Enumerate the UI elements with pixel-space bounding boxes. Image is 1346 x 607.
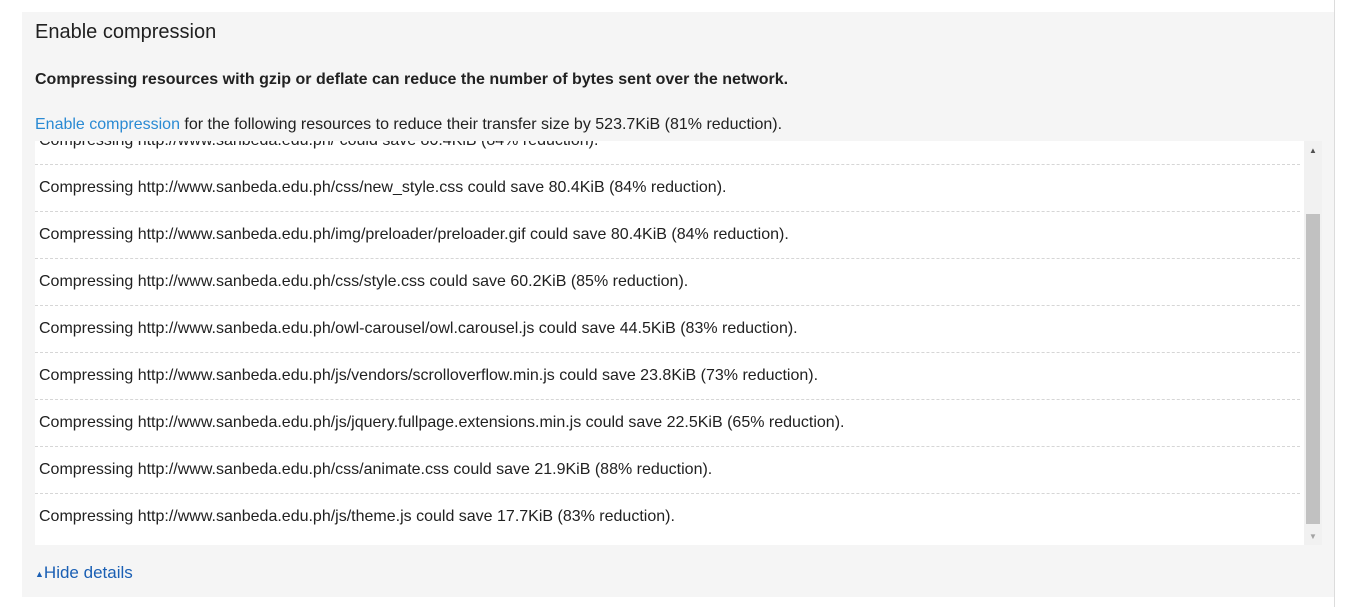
scrollbar-thumb[interactable]: [1306, 214, 1320, 524]
resource-list[interactable]: Compressing http://www.sanbeda.edu.ph/ c…: [35, 141, 1322, 545]
hide-details-label: Hide details: [43, 563, 133, 582]
scroll-down-arrow-icon[interactable]: ▼: [1304, 527, 1322, 545]
section-summary: Compressing resources with gzip or defla…: [35, 71, 789, 88]
hide-details-link[interactable]: ▲Hide details: [35, 563, 133, 583]
list-item: Compressing http://www.sanbeda.edu.ph/js…: [35, 353, 1300, 400]
list-item: Compressing http://www.sanbeda.edu.ph/js…: [35, 400, 1300, 447]
list-item: Compressing http://www.sanbeda.edu.ph/ow…: [35, 306, 1300, 353]
enable-compression-link[interactable]: Enable compression: [35, 116, 180, 133]
section-title: Enable compression: [35, 21, 217, 43]
list-item: Compressing http://www.sanbeda.edu.ph/ c…: [35, 141, 1300, 165]
list-item: Compressing http://www.sanbeda.edu.ph/js…: [39, 508, 675, 525]
list-item: Compressing http://www.sanbeda.edu.ph/cs…: [35, 165, 1300, 212]
list-item: Compressing http://www.sanbeda.edu.ph/im…: [35, 212, 1300, 259]
list-item: Compressing http://www.sanbeda.edu.ph/cs…: [35, 259, 1300, 306]
resource-list-content: Compressing http://www.sanbeda.edu.ph/ c…: [35, 141, 1300, 540]
compression-panel: Enable compression Compressing resources…: [22, 12, 1334, 597]
scroll-up-arrow-icon[interactable]: ▲: [1304, 141, 1322, 159]
scrollbar[interactable]: ▲ ▼: [1304, 141, 1322, 545]
page-border-line: [1334, 0, 1335, 607]
intro-text: Enable compression for the following res…: [35, 116, 782, 134]
intro-rest-text: for the following resources to reduce th…: [179, 116, 783, 133]
list-item: Compressing http://www.sanbeda.edu.ph/cs…: [35, 447, 1300, 494]
collapse-triangle-icon: ▲: [35, 569, 44, 579]
